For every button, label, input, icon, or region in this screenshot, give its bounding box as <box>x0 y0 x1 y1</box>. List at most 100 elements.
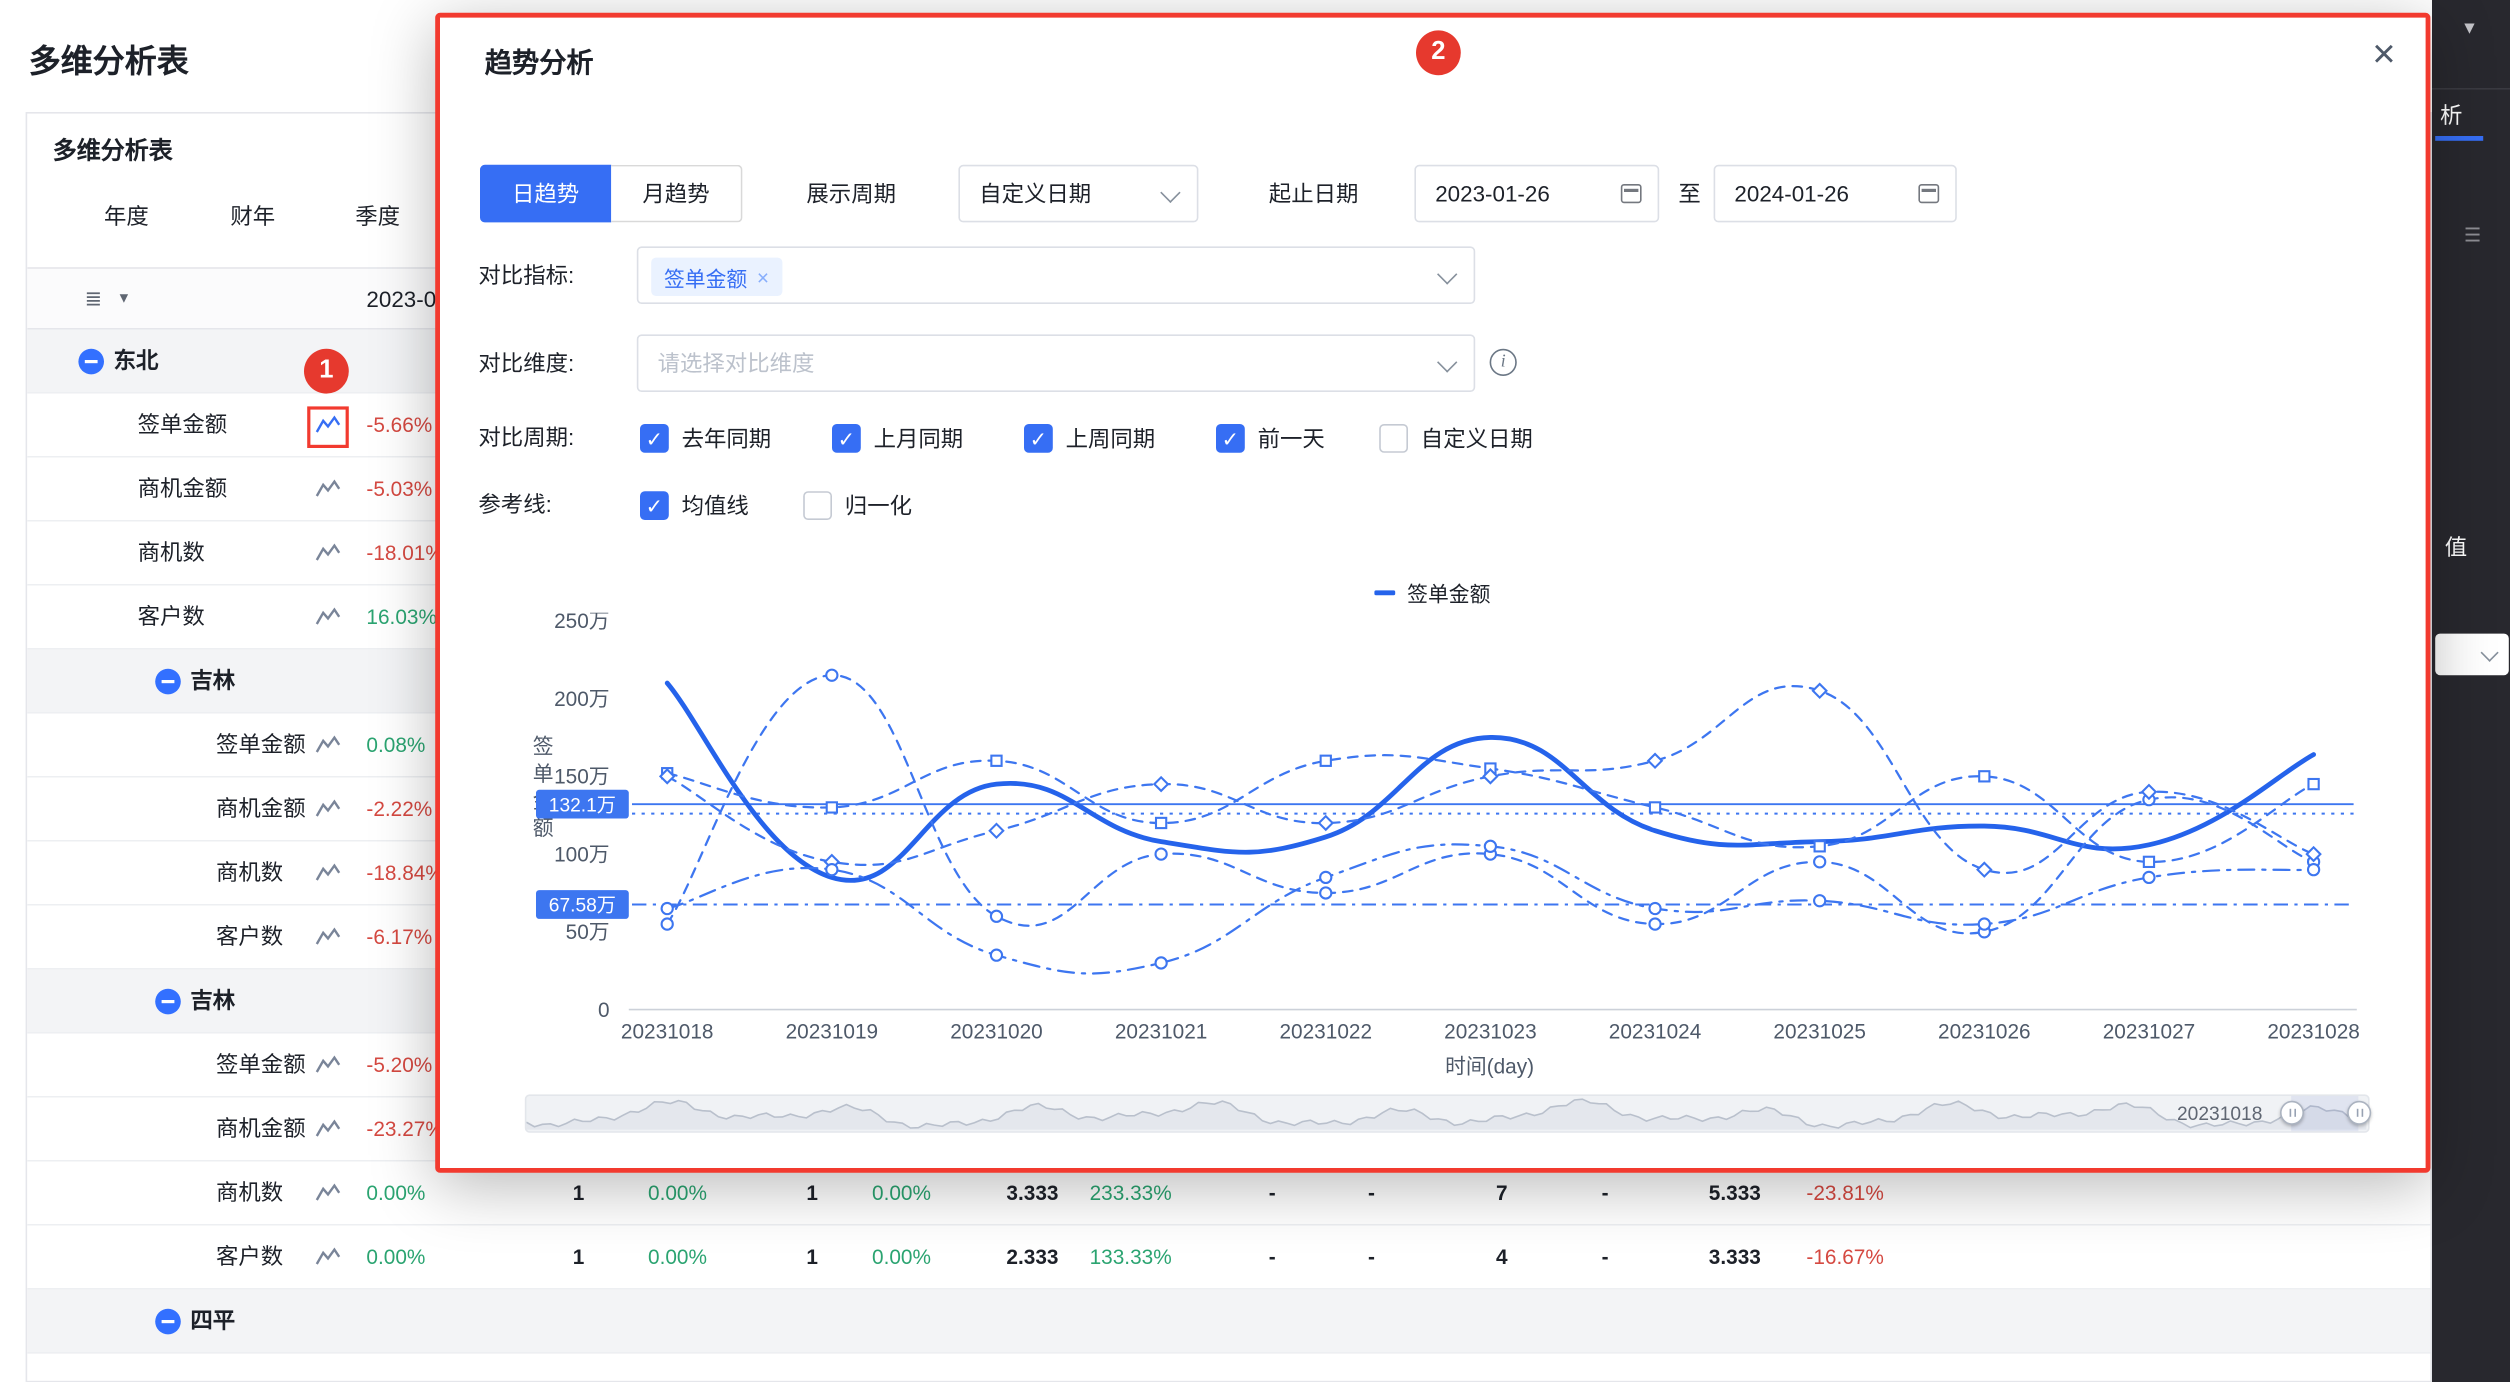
panel-tab[interactable]: 析 <box>2440 99 2462 131</box>
row-label: 东北 <box>113 347 159 373</box>
row-label: 签单金额 <box>216 1051 306 1077</box>
checkbox-label: 均值线 <box>681 492 749 519</box>
row-value: -5.20% <box>366 1052 433 1077</box>
checkbox[interactable] <box>1379 424 1408 453</box>
line-chart-icon[interactable] <box>315 542 341 563</box>
checkbox-label: 自定义日期 <box>1420 425 1533 452</box>
legend-item[interactable]: 签单金额 <box>1375 578 1490 608</box>
chevron-down-icon <box>1437 264 1458 285</box>
line-chart-icon[interactable] <box>315 1182 341 1203</box>
table-row[interactable]: 客户数 0.00% 1 0.00% 1 0.00% 2.333 133.33% - - 4 - 3.33… <box>27 1225 2431 1290</box>
checkbox-option[interactable]: 上周同期 <box>1024 422 1155 454</box>
svg-text:20231027: 20231027 <box>2103 1020 2196 1043</box>
period-select[interactable]: 自定义日期 <box>958 164 1199 223</box>
row-value: 16.03% <box>366 604 437 629</box>
modal-title: 趋势分析 <box>484 48 594 79</box>
row-label: 客户数 <box>216 923 284 949</box>
svg-text:20231021: 20231021 <box>1115 1020 1208 1043</box>
line-chart-icon[interactable] <box>315 862 341 883</box>
row-value: 0.08% <box>366 732 426 757</box>
period-select-value: 自定义日期 <box>979 180 1092 207</box>
collapse-icon[interactable] <box>155 988 181 1015</box>
data-zoom-brush[interactable]: 20231018 <box>524 1094 2372 1133</box>
collapse-icon[interactable] <box>155 668 181 695</box>
metric-select[interactable]: 签单金额 × <box>636 246 1476 304</box>
collapse-icon[interactable] <box>155 1308 181 1335</box>
zoom-handle-left[interactable] <box>2280 1100 2304 1125</box>
annotation-step-2: 2 <box>1416 30 1461 76</box>
line-chart-icon[interactable] <box>315 1054 341 1075</box>
table-row[interactable]: 四平 <box>27 1289 2431 1354</box>
row-value: 0.00% <box>366 1180 426 1205</box>
svg-text:20231025: 20231025 <box>1773 1020 1866 1043</box>
checkbox-label: 上周同期 <box>1065 425 1156 452</box>
row-cell: 3.333 <box>1708 1244 1761 1269</box>
checkbox[interactable] <box>803 491 832 520</box>
checkbox[interactable] <box>1216 424 1245 453</box>
row-label: 客户数 <box>216 1243 284 1269</box>
tag-remove-icon[interactable]: × <box>757 265 769 289</box>
line-chart-icon[interactable] <box>315 798 341 819</box>
row-label: 商机金额 <box>216 795 306 821</box>
checkbox-label: 上月同期 <box>873 425 964 452</box>
row-label: 商机数 <box>137 539 205 565</box>
zoom-handle-right[interactable] <box>2347 1100 2372 1125</box>
end-date-value: 2024-01-26 <box>1734 180 1849 207</box>
checkbox[interactable] <box>640 491 669 520</box>
dimension-placeholder: 请选择对比维度 <box>657 350 815 376</box>
panel-value-label: 值 <box>2444 534 2468 560</box>
svg-text:20231019: 20231019 <box>786 1020 879 1043</box>
right-config-panel: ▼ 析 ☰ 值 <box>2432 0 2510 1382</box>
row-label: 签单金额 <box>137 411 228 437</box>
checkbox[interactable] <box>640 424 669 453</box>
chevron-down-icon[interactable]: ▼ <box>2461 19 2478 38</box>
svg-text:时间(day): 时间(day) <box>1445 1056 1534 1079</box>
checkbox-option[interactable]: 归一化 <box>803 490 912 522</box>
legend-label: 签单金额 <box>1407 582 1491 607</box>
trend-chart[interactable]: 050万100万150万200万250万签单金额2023101820231019… <box>517 613 2373 1087</box>
checkbox[interactable] <box>832 424 861 453</box>
table-tab[interactable]: 季度 <box>355 200 400 232</box>
line-chart-icon[interactable] <box>315 926 341 947</box>
table-tab[interactable]: 年度 <box>104 200 149 232</box>
brush-sparkline <box>526 1098 2367 1130</box>
checkbox-option[interactable]: 自定义日期 <box>1379 422 1533 454</box>
panel-select[interactable] <box>2435 633 2509 676</box>
start-date-input[interactable]: 2023-01-26 <box>1414 164 1660 223</box>
checkbox-option[interactable]: 上月同期 <box>832 422 963 454</box>
row-cell: -16.67% <box>1806 1244 1884 1269</box>
info-icon[interactable]: i <box>1489 348 1517 376</box>
refline-label: 参考线: <box>478 491 552 517</box>
metric-tag[interactable]: 签单金额 × <box>651 257 782 296</box>
collapse-icon[interactable] <box>78 348 104 375</box>
line-chart-icon[interactable] <box>315 606 341 627</box>
granularity-tab[interactable]: 月趋势 <box>611 164 743 223</box>
line-chart-icon[interactable] <box>315 734 341 755</box>
chevron-down-icon <box>1160 182 1181 203</box>
legend-line-icon <box>1375 590 1396 596</box>
checkbox-option[interactable]: 去年同期 <box>640 422 771 454</box>
row-label: 商机数 <box>216 1179 284 1205</box>
end-date-input[interactable]: 2024-01-26 <box>1713 164 1957 223</box>
table-tab[interactable]: 财年 <box>230 200 275 232</box>
menu-icon[interactable]: ☰ <box>2464 224 2481 246</box>
checkbox-option[interactable]: 均值线 <box>640 490 749 522</box>
calendar-icon <box>1918 184 1940 204</box>
tree-expand-icon[interactable]: ≣ <box>85 286 102 312</box>
checkbox-option[interactable]: 前一天 <box>1216 422 1325 454</box>
line-chart-icon[interactable] <box>315 1118 341 1139</box>
chevron-down-icon[interactable]: ▼ <box>117 290 131 306</box>
svg-text:20231024: 20231024 <box>1609 1020 1702 1043</box>
line-chart-icon[interactable] <box>315 478 341 499</box>
checkbox-label: 去年同期 <box>681 425 772 452</box>
svg-text:签: 签 <box>533 736 554 759</box>
row-value: -2.22% <box>366 796 433 821</box>
close-icon[interactable]: × <box>2360 30 2408 78</box>
checkbox[interactable] <box>1024 424 1053 453</box>
checkbox-label: 前一天 <box>1257 425 1325 452</box>
granularity-tab[interactable]: 日趋势 <box>480 164 612 223</box>
page-title: 多维分析表 <box>28 44 189 80</box>
row-value: -5.03% <box>366 476 433 501</box>
line-chart-icon[interactable] <box>315 1246 341 1267</box>
dimension-select[interactable]: 请选择对比维度 <box>636 334 1476 392</box>
